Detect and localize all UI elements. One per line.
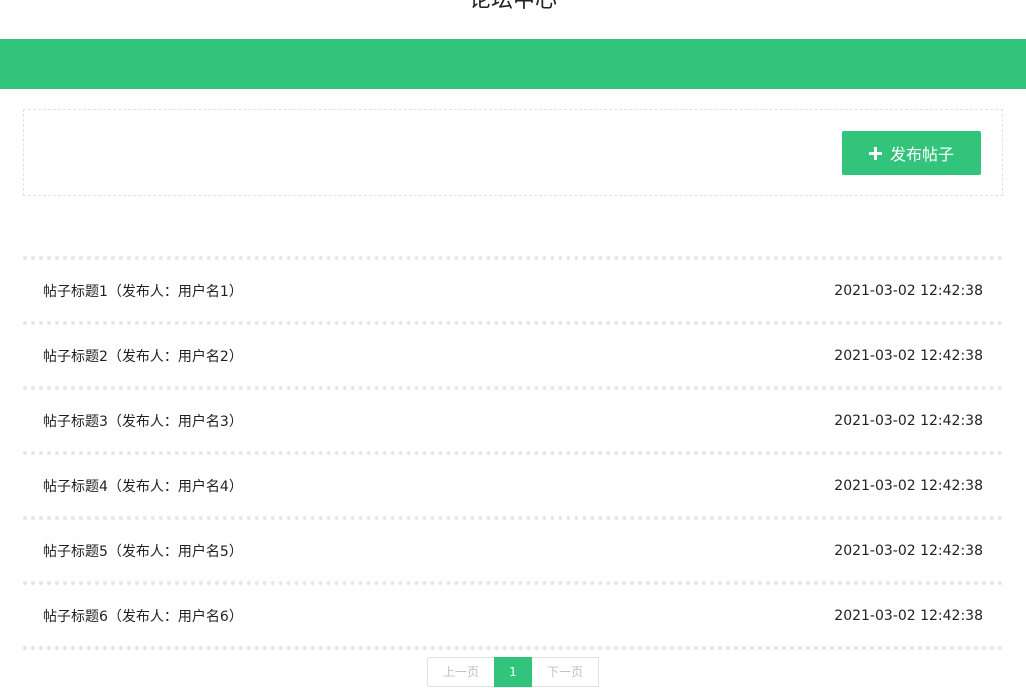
- post-title[interactable]: 帖子标题2（发布人：用户名2）: [43, 346, 243, 366]
- post-time: 2021-03-02 12:42:38: [834, 347, 983, 364]
- post-title[interactable]: 帖子标题6（发布人：用户名6）: [43, 606, 243, 626]
- post-row[interactable]: 帖子标题5（发布人：用户名5） 2021-03-02 12:42:38: [23, 520, 1003, 581]
- post-row[interactable]: 帖子标题6（发布人：用户名6） 2021-03-02 12:42:38: [23, 585, 1003, 646]
- post-title[interactable]: 帖子标题3（发布人：用户名3）: [43, 411, 243, 431]
- post-list: 帖子标题1（发布人：用户名1） 2021-03-02 12:42:38 帖子标题…: [23, 256, 1003, 650]
- header-banner: [0, 39, 1026, 89]
- post-time: 2021-03-02 12:42:38: [834, 477, 983, 494]
- post-row[interactable]: 帖子标题2（发布人：用户名2） 2021-03-02 12:42:38: [23, 325, 1003, 386]
- pagination: 上一页 1 下一页: [427, 657, 599, 687]
- publish-post-button[interactable]: 发布帖子: [842, 131, 981, 175]
- post-title[interactable]: 帖子标题5（发布人：用户名5）: [43, 541, 243, 561]
- post-row[interactable]: 帖子标题4（发布人：用户名4） 2021-03-02 12:42:38: [23, 455, 1003, 516]
- post-time: 2021-03-02 12:42:38: [834, 412, 983, 429]
- page-number-current[interactable]: 1: [494, 657, 532, 687]
- publish-post-label: 发布帖子: [889, 145, 954, 164]
- post-time: 2021-03-02 12:42:38: [834, 607, 983, 624]
- row-divider: [23, 646, 1003, 650]
- post-title[interactable]: 帖子标题1（发布人：用户名1）: [43, 281, 243, 301]
- next-page-button[interactable]: 下一页: [532, 658, 598, 686]
- action-bar: 发布帖子: [23, 109, 1003, 196]
- post-title[interactable]: 帖子标题4（发布人：用户名4）: [43, 476, 243, 496]
- post-row[interactable]: 帖子标题1（发布人：用户名1） 2021-03-02 12:42:38: [23, 260, 1003, 321]
- post-row[interactable]: 帖子标题3（发布人：用户名3） 2021-03-02 12:42:38: [23, 390, 1003, 451]
- prev-page-button[interactable]: 上一页: [428, 658, 494, 686]
- post-time: 2021-03-02 12:42:38: [834, 542, 983, 559]
- page-title: 论坛中心: [468, 0, 557, 13]
- plus-icon: [868, 146, 882, 160]
- post-time: 2021-03-02 12:42:38: [834, 282, 983, 299]
